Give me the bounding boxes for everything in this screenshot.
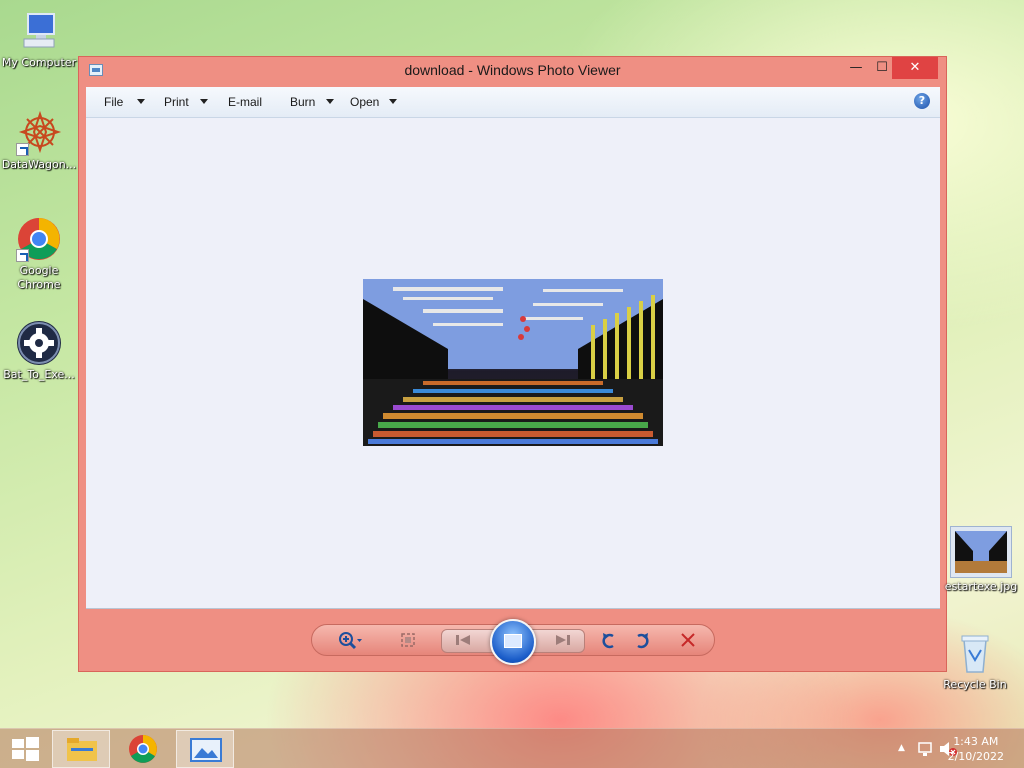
slideshow-icon [504, 634, 522, 648]
rotate-clockwise-icon[interactable] [632, 631, 652, 651]
viewer-toolbar [311, 619, 715, 665]
gear-icon [16, 320, 62, 366]
menu-file[interactable]: File [104, 95, 123, 109]
show-hidden-icons-icon[interactable]: ▲ [898, 743, 905, 753]
desktop-icon-google-chrome[interactable]: Google Chrome [0, 216, 78, 292]
image-file-icon [950, 526, 1012, 578]
previous-icon[interactable] [454, 632, 474, 652]
shortcut-arrow-icon [16, 249, 29, 262]
chevron-down-icon[interactable] [200, 99, 208, 104]
menu-print[interactable]: Print [164, 95, 189, 109]
chevron-down-icon[interactable] [389, 99, 397, 104]
title-bar[interactable]: download - Windows Photo Viewer — ☐ ✕ [79, 57, 946, 87]
network-icon[interactable] [916, 740, 934, 758]
displayed-photo [363, 279, 663, 446]
next-icon[interactable] [552, 632, 572, 652]
chevron-down-icon[interactable] [326, 99, 334, 104]
slideshow-button[interactable] [490, 619, 536, 665]
actual-size-icon[interactable] [398, 631, 418, 651]
menu-burn[interactable]: Burn [290, 95, 315, 109]
minimize-button[interactable]: — [842, 57, 870, 79]
desktop-icon-label: DataWagon... [1, 158, 77, 171]
help-icon[interactable]: ? [914, 93, 930, 109]
menu-bar: File Print E-mail Burn Open ? [86, 87, 940, 118]
clock[interactable]: 1:43 AM 2/10/2022 [948, 734, 1004, 764]
start-button[interactable] [0, 730, 50, 768]
menu-open[interactable]: Open [350, 95, 379, 109]
photo-viewer-window: download - Windows Photo Viewer — ☐ ✕ Fi… [78, 56, 947, 672]
desktop-icon-bat-to-exe[interactable]: Bat_To_Exe... [0, 320, 78, 382]
datawagon-icon [16, 110, 62, 156]
image-viewing-area [86, 118, 940, 609]
shortcut-arrow-icon [16, 143, 29, 156]
menu-email[interactable]: E-mail [228, 95, 262, 109]
chrome-taskbar-button[interactable] [114, 730, 172, 768]
clock-date: 2/10/2022 [947, 750, 1004, 763]
computer-icon [16, 8, 62, 54]
desktop-icon-my-computer[interactable]: My Computer [0, 8, 78, 70]
zoom-icon[interactable] [338, 631, 362, 651]
desktop-icon-datawagon[interactable]: DataWagon... [0, 110, 78, 172]
desktop-icon-label: Recycle Bin [943, 678, 1007, 691]
desktop-icon-label: estartexe.jpg [944, 580, 1018, 593]
desktop-icon-label: My Computer [1, 56, 77, 69]
chrome-icon [16, 216, 62, 262]
rotate-counterclockwise-icon[interactable] [599, 631, 619, 651]
file-explorer-taskbar-button[interactable] [52, 730, 110, 768]
chevron-down-icon[interactable] [137, 99, 145, 104]
system-tray: ▲ 1:43 AM 2/10/2022 [874, 729, 1024, 768]
desktop-file-estartexe[interactable]: estartexe.jpg [944, 526, 1018, 594]
desktop-icon-label: Bat_To_Exe... [3, 368, 75, 381]
recycle-bin-icon [952, 630, 998, 676]
taskbar: ▲ 1:43 AM 2/10/2022 [0, 728, 1024, 768]
desktop-icon-label: Google Chrome [17, 264, 61, 291]
window-title: download - Windows Photo Viewer [404, 62, 621, 78]
photo-viewer-taskbar-button[interactable] [176, 730, 234, 768]
desktop-icon-recycle-bin[interactable]: Recycle Bin [936, 630, 1014, 692]
clock-time: 1:43 AM [953, 735, 999, 748]
delete-icon[interactable] [678, 631, 698, 651]
close-button[interactable]: ✕ [892, 57, 938, 79]
